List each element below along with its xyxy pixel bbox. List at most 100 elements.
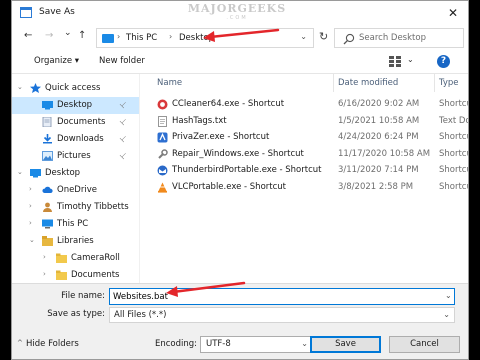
address-dropdown-button[interactable]: ⌄	[300, 32, 307, 41]
column-header-type[interactable]: Type	[439, 78, 459, 88]
file-date-modified: 6/16/2020 9:02 AM	[338, 99, 420, 109]
chevron-down-icon[interactable]: ⌄	[17, 83, 23, 91]
watermark-sub: .COM	[226, 15, 248, 21]
help-icon[interactable]: ?	[437, 55, 450, 68]
table-row[interactable]: CCleaner64.exe - Shortcut 6/16/2020 9:02 …	[141, 97, 468, 112]
pin-icon: ⊥	[117, 149, 130, 162]
chevron-down-icon: ⌄	[301, 339, 308, 348]
sidebar-item-label: Desktop	[45, 168, 81, 178]
breadcrumb-desktop[interactable]: Desktop	[179, 33, 214, 43]
table-row[interactable]: ThunderbirdPortable.exe - Shortcut 3/11/2…	[141, 163, 468, 178]
save-as-type-value: All Files (*.*)	[114, 310, 167, 320]
library-icon	[42, 236, 53, 246]
table-row[interactable]: HashTags.txt 1/5/2021 10:58 AM Text Doc	[141, 114, 468, 129]
sidebar-item-desktop[interactable]: Desktop ⊥	[12, 97, 139, 114]
chevron-right-icon[interactable]: ›	[43, 270, 46, 278]
pictures-icon	[42, 151, 53, 161]
column-header-name[interactable]: Name	[157, 78, 182, 88]
chevron-right-icon[interactable]: ›	[29, 185, 32, 193]
address-bar[interactable]: › This PC › Desktop ⌄	[96, 28, 314, 48]
cloud-icon	[42, 185, 53, 195]
chevron-right-icon[interactable]: ›	[29, 219, 32, 227]
sidebar-item-downloads[interactable]: Downloads ⊥	[12, 131, 139, 148]
vlc-icon	[157, 182, 168, 193]
documents-icon	[42, 116, 53, 128]
sidebar-item-label: Libraries	[57, 236, 94, 246]
refresh-button[interactable]: ↻	[319, 30, 328, 43]
sidebar-item-this-pc[interactable]: › This PC	[12, 216, 139, 233]
recent-locations-button[interactable]: ⌄	[64, 28, 72, 38]
sort-indicator: ^	[301, 74, 307, 79]
desktop-folder-icon	[42, 100, 53, 110]
new-folder-button[interactable]: New folder	[99, 56, 145, 66]
pin-icon: ⊥	[117, 115, 130, 128]
file-type: Shortcut	[439, 148, 468, 159]
file-list[interactable]: ^ Name Date modified Type CCleaner64.exe…	[141, 74, 468, 284]
column-divider[interactable]	[333, 74, 334, 92]
search-icon	[343, 33, 355, 45]
sidebar-item-label: CameraRoll	[71, 253, 120, 263]
column-header-date-modified[interactable]: Date modified	[338, 78, 398, 88]
folder-icon	[56, 270, 67, 280]
file-type: Text Doc	[439, 115, 468, 126]
sidebar-item-onedrive[interactable]: › OneDrive	[12, 182, 139, 199]
file-type: Shortcut	[439, 132, 468, 142]
breadcrumb-separator: ›	[169, 32, 173, 41]
hide-folders-button[interactable]: Hide Folders	[26, 339, 79, 349]
sidebar-item-documents[interactable]: › Documents	[12, 267, 139, 284]
encoding-select[interactable]: UTF-8 ⌄	[200, 336, 313, 353]
sidebar-item-label: Quick access	[45, 83, 101, 93]
sidebar-item-cameraroll[interactable]: › CameraRoll	[12, 250, 139, 267]
sidebar-item-label: Desktop	[57, 100, 93, 110]
save-as-type-select[interactable]: All Files (*.*) ⌄	[109, 307, 455, 323]
chevron-right-icon[interactable]: ›	[29, 202, 32, 210]
sidebar-item-pictures[interactable]: Pictures ⊥	[12, 148, 139, 165]
chevron-down-icon[interactable]: ⌄	[29, 236, 35, 244]
chevron-down-icon[interactable]: ⌄	[17, 168, 23, 176]
table-row[interactable]: PrivaZer.exe - Shortcut 4/24/2020 6:24 PM…	[141, 130, 468, 145]
search-box[interactable]: Search Desktop	[334, 28, 464, 48]
pc-icon	[102, 34, 114, 43]
column-divider[interactable]	[434, 74, 435, 92]
file-date-modified: 11/17/2020 10:58 AM	[338, 148, 431, 159]
cancel-button[interactable]: Cancel	[389, 336, 460, 353]
file-date-modified: 3/8/2021 2:58 PM	[338, 181, 414, 192]
sidebar-item-quick-access[interactable]: ⌄ Quick access	[12, 80, 139, 97]
notepad-icon	[20, 7, 32, 18]
file-name-label: File name:	[61, 291, 105, 301]
view-dropdown-button[interactable]: ⌄	[407, 55, 414, 64]
file-date-modified: 3/11/2020 7:14 PM	[338, 165, 419, 175]
file-name-dropdown-button[interactable]: ⌄	[445, 291, 452, 300]
user-icon	[42, 202, 53, 212]
breadcrumb-this-pc[interactable]: This PC	[126, 33, 157, 43]
sidebar-item-label: This PC	[57, 219, 89, 229]
organize-button[interactable]: Organize ▾	[34, 56, 79, 66]
back-button[interactable]: ←	[24, 30, 32, 41]
chevron-up-icon: ^	[17, 339, 23, 347]
table-row[interactable]: Repair_Windows.exe - Shortcut 11/17/2020 …	[141, 147, 468, 162]
text-file-icon	[157, 115, 168, 127]
view-options-icon[interactable]	[389, 56, 401, 67]
file-name-input[interactable]	[109, 288, 455, 305]
sidebar-item-label: Documents	[57, 117, 106, 127]
table-row[interactable]: VLCPortable.exe - Shortcut 3/8/2021 2:58 …	[141, 180, 468, 195]
sidebar-item-label: Downloads	[57, 134, 104, 144]
title-bar: Save As MAJORGEEKS .COM ✕	[12, 1, 468, 25]
forward-button[interactable]: →	[45, 30, 53, 41]
encoding-value: UTF-8	[206, 339, 231, 349]
search-placeholder: Search Desktop	[359, 33, 426, 43]
folder-icon	[56, 253, 67, 263]
sidebar-item-desktop[interactable]: ⌄ Desktop	[12, 165, 139, 182]
sidebar-item-libraries[interactable]: ⌄ Libraries	[12, 233, 139, 250]
chevron-right-icon[interactable]: ›	[43, 253, 46, 261]
sidebar-item-documents[interactable]: Documents ⊥	[12, 114, 139, 131]
file-date-modified: 1/5/2021 10:58 AM	[338, 115, 420, 126]
close-button[interactable]: ✕	[442, 4, 464, 22]
sidebar-item-timothy-tibbetts[interactable]: › Timothy Tibbetts	[12, 199, 139, 216]
file-type: Shortcut	[439, 181, 468, 192]
save-button[interactable]: Save	[310, 336, 381, 353]
navigation-pane[interactable]: ⌄ Quick access Desktop ⊥ Documents ⊥ Downloads…	[12, 74, 140, 284]
up-button[interactable]: ↑	[78, 30, 86, 41]
window-title: Save As	[39, 7, 75, 17]
desktop-folder-icon	[30, 168, 41, 178]
